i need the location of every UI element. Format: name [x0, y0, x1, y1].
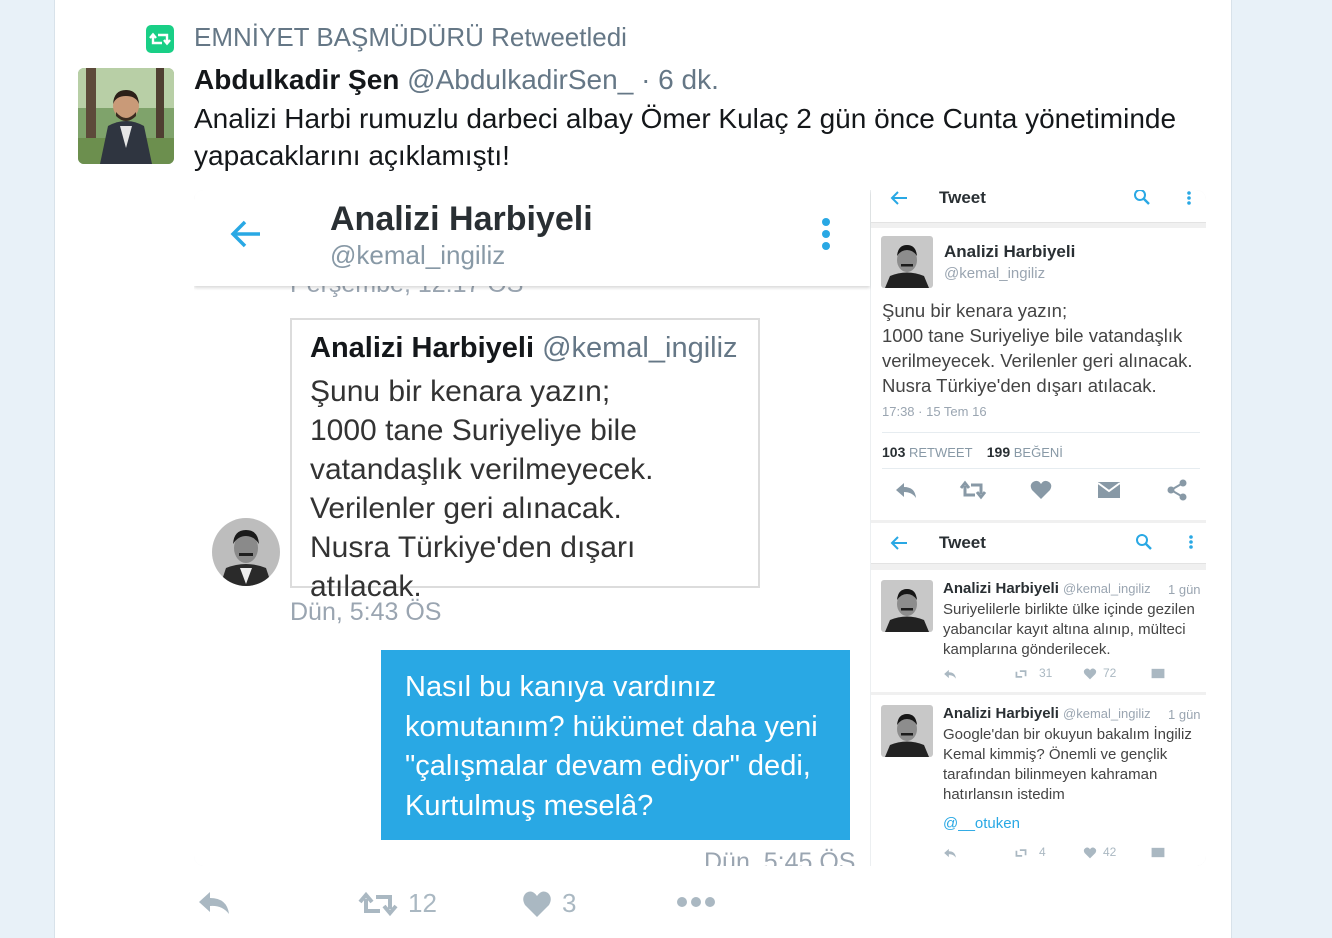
quoted-tweet: Analizi Harbiyeli @kemal_ingiliz Şunu bi…	[290, 318, 760, 603]
reply-button[interactable]	[196, 888, 232, 916]
more-horizontal-icon	[677, 897, 715, 907]
top-bar: Tweet	[871, 190, 1206, 223]
back-arrow-icon	[228, 216, 264, 252]
reply-icon	[199, 892, 229, 914]
sender-avatar	[212, 518, 280, 586]
dm-header: Analizi Harbiyeli @kemal_ingiliz	[194, 190, 870, 286]
author-avatar[interactable]	[78, 68, 174, 164]
like-label: BEĞENİ	[1013, 445, 1063, 460]
detail-date: 17:38 · 15 Tem 16	[882, 404, 987, 419]
like-count: 42	[1103, 845, 1117, 859]
more-button[interactable]	[676, 896, 716, 908]
tweet-media[interactable]: Perşembe, 12:17 ÖS Analizi Harbiyeli @ke…	[194, 190, 1206, 866]
retweet-count: 103	[882, 444, 906, 460]
detail-stats: 103 RETWEET 199 BEĞENİ	[882, 444, 1063, 460]
like-count: 3	[562, 888, 577, 918]
retweet-count: 31	[1039, 666, 1053, 680]
more-vertical-icon	[1186, 190, 1192, 206]
message-time: Dün, 5:45 ÖS	[704, 848, 856, 866]
timeline-text: Google'dan bir okuyun bakalım İngiliz Ke…	[943, 726, 1192, 803]
reply-icon	[943, 847, 957, 859]
tweet-detail: Analizi Harbiyeli @kemal_ingiliz Şunu bi…	[871, 228, 1206, 520]
search-icon	[1135, 533, 1153, 551]
mention-link: @__otuken	[943, 815, 1020, 832]
tweet-header: Abdulkadir Şen @AbdulkadirSen_ · 6 dk.	[194, 64, 719, 96]
quoted-text: Şunu bir kenara yazın; 1000 tane Suriyel…	[310, 372, 755, 606]
timeline-text: Suriyelilerle birlikte ülke içinde gezil…	[943, 601, 1195, 658]
retweet-count: 12	[408, 888, 437, 918]
retweet-icon	[1013, 668, 1029, 680]
retweet-button[interactable]: 12	[358, 888, 437, 919]
quoted-text-content: Şunu bir kenara yazın; 1000 tane Suriyel…	[310, 375, 654, 603]
reply-text: Nasıl bu kanıya vardınız komutanım? hükü…	[405, 671, 818, 822]
timeline-header: Analizi Harbiyeli @kemal_ingiliz	[943, 580, 1151, 597]
retweet-label: RETWEET	[908, 445, 973, 460]
retweet-icon	[959, 480, 987, 500]
timeline-time: 1 gün	[1168, 707, 1201, 722]
retweet-icon	[358, 891, 398, 916]
top-bar-title: Tweet	[939, 190, 986, 207]
timeline-item: Analizi Harbiyeli @kemal_ingiliz 1 gün S…	[871, 570, 1206, 692]
retweet-count: 4	[1039, 845, 1046, 859]
detail-text: Şunu bir kenara yazın; 1000 tane Suriyel…	[882, 300, 1193, 396]
reply-bubble: Nasıl bu kanıya vardınız komutanım? hükü…	[381, 650, 850, 840]
tweet-text: Analizi Harbi rumuzlu darbeci albay Ömer…	[194, 103, 1177, 171]
divider	[882, 468, 1200, 469]
author-name[interactable]: Abdulkadir Şen	[194, 64, 399, 95]
timeline-header: Analizi Harbiyeli @kemal_ingiliz	[943, 705, 1151, 722]
detail-avatar	[881, 236, 933, 288]
quoted-header: Analizi Harbiyeli @kemal_ingiliz	[310, 332, 738, 365]
top-bar-title: Tweet	[939, 533, 986, 552]
tweet-time[interactable]: 6 dk.	[658, 64, 719, 95]
heart-icon	[1083, 668, 1097, 680]
heart-icon	[1083, 847, 1097, 859]
back-arrow-icon	[889, 533, 909, 553]
detail-handle: @kemal_ingiliz	[944, 265, 1046, 282]
top-bar: Tweet	[871, 523, 1206, 564]
like-count: 72	[1103, 666, 1117, 680]
heart-icon	[523, 891, 551, 917]
retweet-context[interactable]: EMNİYET BAŞMÜDÜRÜ Retweetledi	[194, 22, 627, 53]
more-vertical-icon	[1188, 534, 1194, 550]
dm-screenshot: Perşembe, 12:17 ÖS Analizi Harbiyeli @ke…	[194, 190, 870, 866]
like-button[interactable]: 3	[522, 888, 576, 919]
reply-icon	[894, 480, 918, 500]
share-icon	[1166, 479, 1188, 501]
dm-title: Analizi Harbiyeli	[330, 200, 593, 238]
reply-icon	[943, 668, 957, 680]
message-icon	[1151, 847, 1165, 858]
timeline-item: Analizi Harbiyeli @kemal_ingiliz 1 gün G…	[871, 695, 1206, 866]
message-icon	[1097, 481, 1121, 499]
retweet-icon	[146, 25, 174, 53]
quoted-name: Analizi Harbiyeli	[310, 332, 535, 364]
divider	[882, 432, 1200, 433]
back-arrow-icon	[889, 190, 909, 208]
author-handle[interactable]: @AbdulkadirSen_	[407, 64, 633, 95]
timeline-handle: @kemal_ingiliz	[1063, 581, 1151, 596]
dm-subtitle: @kemal_ingiliz	[330, 240, 506, 270]
timeline-handle: @kemal_ingiliz	[1063, 706, 1151, 721]
retweet-icon	[1013, 847, 1029, 859]
like-count: 199	[986, 444, 1011, 460]
timeline-name: Analizi Harbiyeli	[943, 705, 1059, 722]
quoted-handle: @kemal_ingiliz	[542, 332, 738, 364]
timeline-avatar	[881, 705, 933, 757]
timeline-avatar	[881, 580, 933, 632]
separator-dot: ·	[641, 64, 651, 95]
search-icon	[1133, 190, 1151, 206]
message-icon	[1151, 668, 1165, 679]
detail-name: Analizi Harbiyeli	[944, 242, 1076, 261]
message-time: Dün, 5:43 ÖS	[290, 598, 442, 626]
more-vertical-icon	[820, 216, 832, 252]
timeline-time: 1 gün	[1168, 582, 1201, 597]
heart-icon	[1030, 480, 1052, 500]
tweet-detail-screenshot: Tweet Analizi Harbiyeli @kemal_ingiliz Ş…	[871, 190, 1206, 866]
timeline-name: Analizi Harbiyeli	[943, 580, 1059, 597]
